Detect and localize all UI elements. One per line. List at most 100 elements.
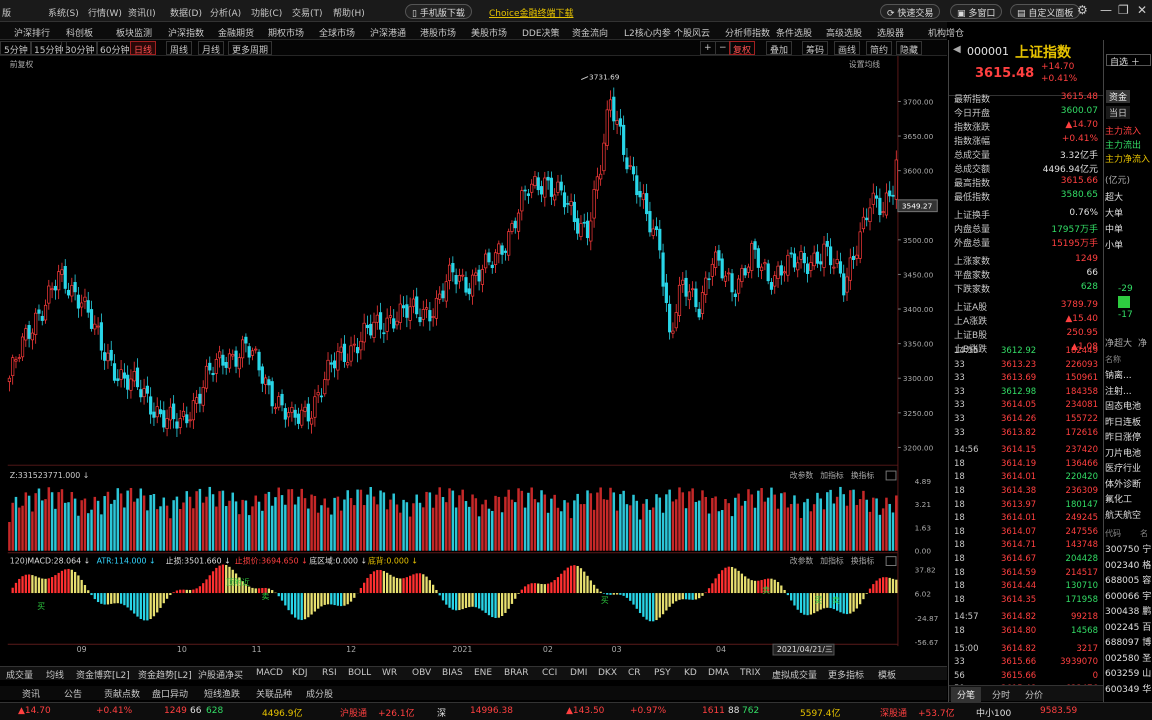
period-button[interactable]: 周线 [166,41,193,56]
zoom-in-icon[interactable]: + [700,41,716,55]
chart-tool-button[interactable]: 隐藏 [896,41,923,56]
indicator-tab[interactable]: DMA [708,668,729,678]
indicator-tab[interactable]: 均线 [46,668,64,681]
info-tab[interactable]: 成分股 [306,687,333,700]
menu-function[interactable]: 功能(C) [251,6,282,19]
sector-item[interactable]: 昨日连板 [1105,415,1141,428]
tab-price-dist[interactable]: 分价 [1025,688,1043,701]
sector-item[interactable]: 刀片电池 [1105,446,1141,459]
indicator-tab[interactable]: WR [382,668,397,678]
close-icon[interactable]: ✕ [1137,3,1147,17]
indicator-tab[interactable]: BOLL [348,668,371,678]
nav-item[interactable]: DDE决策 [522,26,560,39]
self-select-button[interactable]: 自选 ＋ [1106,54,1151,68]
period-button[interactable]: 更多周期 [228,41,273,56]
indicator-tab[interactable]: TRIX [740,668,761,678]
indicator-tab[interactable]: 资金趋势[L2] [138,668,192,681]
nav-item[interactable]: 个股风云 [674,26,710,39]
nav-item[interactable]: 金融期货 [218,26,254,39]
sector-item[interactable]: 航天航空 [1105,508,1141,521]
sector-item[interactable]: 昨日涨停 [1105,430,1141,443]
nav-item[interactable]: 沪深排行 [14,26,50,39]
prev-icon[interactable]: ◀ [953,44,961,55]
custom-panel-button[interactable]: ▤ 自定义面板 [1010,4,1081,19]
chart-tool-button[interactable]: 画线 [834,41,861,56]
stock-code-item[interactable]: 688097 博 [1105,635,1151,648]
chart-tool-button[interactable]: 叠加 [766,41,793,56]
nav-item[interactable]: 资金流向 [572,26,608,39]
indicator-tab[interactable]: PSY [654,668,671,678]
stock-code-item[interactable]: 300750 宁 [1105,542,1151,555]
indicator-tab[interactable]: DMI [570,668,587,678]
nav-item[interactable]: 期权市场 [268,26,304,39]
indicator-tab[interactable]: ENE [474,668,492,678]
nav-item[interactable]: 板块监测 [116,26,152,39]
nav-item[interactable]: L2核心内参 [624,26,671,39]
menu-analysis[interactable]: 分析(A) [210,6,241,19]
info-tab[interactable]: 公告 [64,687,82,700]
choice-download-link[interactable]: Choice金融终端下载 [489,6,573,19]
stock-code-item[interactable]: 600066 宇 [1105,589,1151,602]
indicator-tab[interactable]: 成交量 [6,668,33,681]
candlestick-chart[interactable]: 前复权设置均线3700.003650.003600.003550.003500.… [0,56,947,656]
menu-system[interactable]: 系统(S) [48,6,79,19]
menu-info[interactable]: 资讯(I) [128,6,156,19]
stock-code-item[interactable]: 603259 山 [1105,666,1151,679]
nav-item[interactable]: 选股器 [877,26,904,39]
indicator-tab[interactable]: CCI [542,668,557,678]
stock-code-item[interactable]: 002340 格 [1105,558,1151,571]
indicator-tab[interactable]: KDJ [292,668,308,678]
period-button[interactable]: 60分钟 [96,41,134,56]
indicator-tab[interactable]: 虚拟成交量 [772,668,817,681]
stock-code-item[interactable]: 002580 圣 [1105,651,1151,664]
menu-data[interactable]: 数据(D) [170,6,202,19]
chart-tool-button[interactable]: 简约 [866,41,893,56]
nav-item[interactable]: 沪深港通 [370,26,406,39]
nav-item[interactable]: 高级选股 [826,26,862,39]
indicator-tab[interactable]: BIAS [442,668,463,678]
nav-item[interactable]: 港股市场 [420,26,456,39]
indicator-tab[interactable]: BRAR [504,668,528,678]
nav-item[interactable]: 美股市场 [471,26,507,39]
stock-code-item[interactable]: 600349 华 [1105,682,1151,695]
indicator-tab[interactable]: 沪股通净买 [198,668,243,681]
multi-window-button[interactable]: ▣ 多窗口 [950,4,1003,19]
nav-item[interactable]: 全球市场 [319,26,355,39]
info-tab[interactable]: 关联品种 [256,687,292,700]
menu-trade[interactable]: 交易(T) [292,6,323,19]
tab-today[interactable]: 当日 [1106,106,1131,119]
indicator-tab[interactable]: DKX [598,668,617,678]
tab-ticks[interactable]: 分笔 [951,687,982,702]
mobile-download-button[interactable]: ▯ 手机版下载 [405,4,472,19]
info-tab[interactable]: 盘口异动 [152,687,188,700]
chart-tool-button[interactable]: 复权 [729,41,756,56]
nav-item[interactable]: 科创板 [66,26,93,39]
info-tab[interactable]: 资讯 [22,687,40,700]
info-tab[interactable]: 贡献点数 [104,687,140,700]
settings-icon[interactable]: ⚙ [1077,3,1088,17]
menu-help[interactable]: 帮助(H) [333,6,365,19]
indicator-tab[interactable]: RSI [322,668,337,678]
sector-item[interactable]: 固态电池 [1105,399,1141,412]
stock-code-item[interactable]: 300438 鹏 [1105,604,1151,617]
period-button[interactable]: 5分钟 [0,41,32,56]
chart-tool-button[interactable]: 筹码 [802,41,829,56]
sector-item[interactable]: 氟化工 [1105,492,1132,505]
nav-item[interactable]: 分析师指数 [725,26,770,39]
indicator-tab[interactable]: CR [628,668,641,678]
menu-market[interactable]: 行情(W) [88,6,122,19]
minimize-icon[interactable]: — [1100,3,1112,17]
sector-item[interactable]: 体外诊断 [1105,477,1141,490]
indicator-tab[interactable]: 更多指标 [828,668,864,681]
period-button[interactable]: 30分钟 [61,41,99,56]
sector-item[interactable]: 医疗行业 [1105,461,1141,474]
quick-trade-button[interactable]: ⟳ 快速交易 [880,4,941,19]
stock-code-item[interactable]: 002245 百 [1105,620,1151,633]
indicator-tab[interactable]: MACD [256,668,283,678]
nav-item[interactable]: 机构增仓 [928,26,964,39]
info-tab[interactable]: 短线渔跌 [204,687,240,700]
nav-item[interactable]: 沪深指数 [168,26,204,39]
tab-timeshare[interactable]: 分时 [992,688,1010,701]
sector-item[interactable]: 钠离... [1105,368,1132,381]
indicator-tab[interactable]: 资金博弈[L2] [76,668,130,681]
